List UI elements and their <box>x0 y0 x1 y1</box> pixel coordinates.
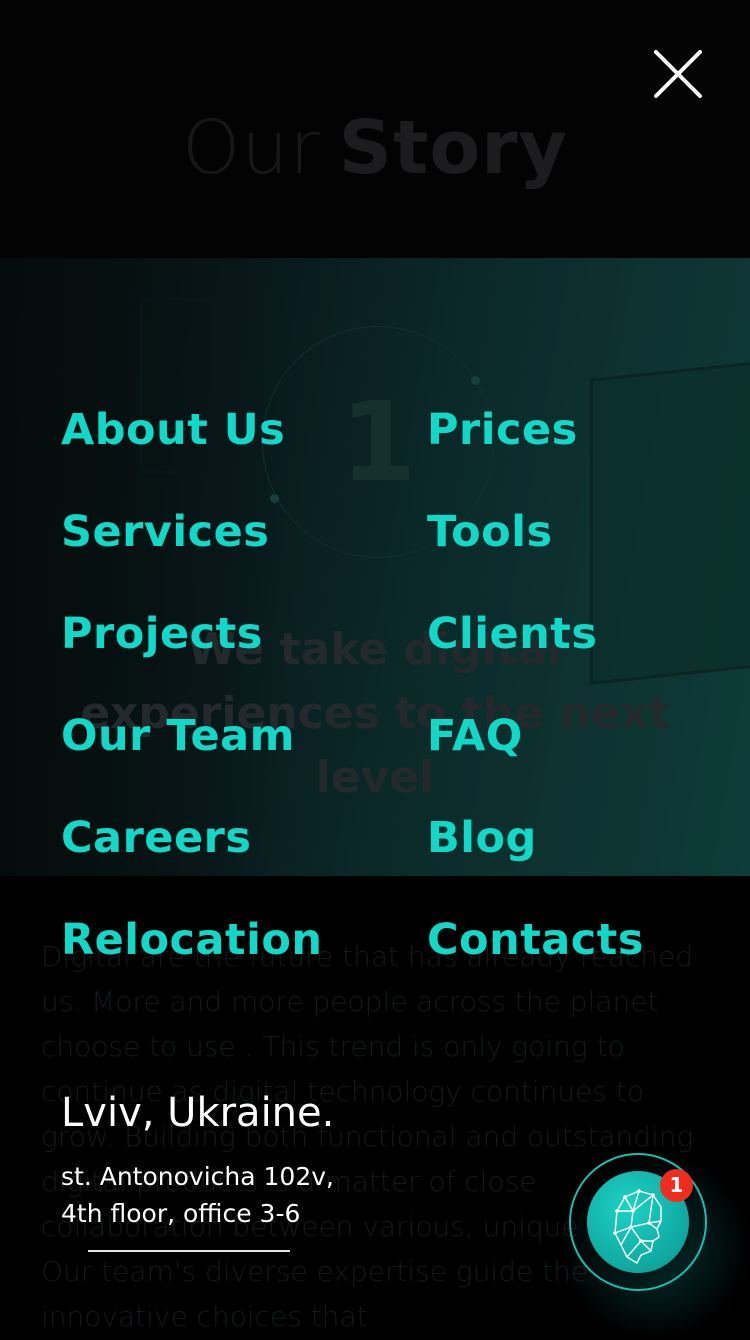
menu-column-right: Prices Tools Clients FAQ Blog Contacts <box>427 400 644 1012</box>
address-underline <box>88 1250 290 1252</box>
contact-address: st. Antonovicha 102v, 4th floor, office … <box>61 1158 334 1232</box>
menu-item-prices[interactable]: Prices <box>427 400 644 502</box>
menu-item-tools[interactable]: Tools <box>427 502 644 604</box>
menu-overlay: About Us Services Projects Our Team Care… <box>0 0 750 1340</box>
menu-item-faq[interactable]: FAQ <box>427 706 644 808</box>
menu-item-blog[interactable]: Blog <box>427 808 644 910</box>
menu-item-contacts[interactable]: Contacts <box>427 910 644 1012</box>
menu-item-careers[interactable]: Careers <box>61 808 323 910</box>
menu-item-services[interactable]: Services <box>61 502 323 604</box>
menu-item-clients[interactable]: Clients <box>427 604 644 706</box>
menu-column-left: About Us Services Projects Our Team Care… <box>61 400 323 1012</box>
address-line-2: 4th floor, office 3-6 <box>61 1199 301 1228</box>
chat-notification-badge: 1 <box>660 1169 693 1202</box>
address-line-1: st. Antonovicha 102v, <box>61 1162 334 1191</box>
close-menu-button[interactable] <box>648 44 708 104</box>
menu-item-relocation[interactable]: Relocation <box>61 910 323 1012</box>
menu-item-our-team[interactable]: Our Team <box>61 706 323 808</box>
contact-city: Lviv, Ukraine. <box>61 1090 335 1136</box>
close-icon <box>654 50 702 98</box>
menu-item-projects[interactable]: Projects <box>61 604 323 706</box>
menu-item-about-us[interactable]: About Us <box>61 400 323 502</box>
